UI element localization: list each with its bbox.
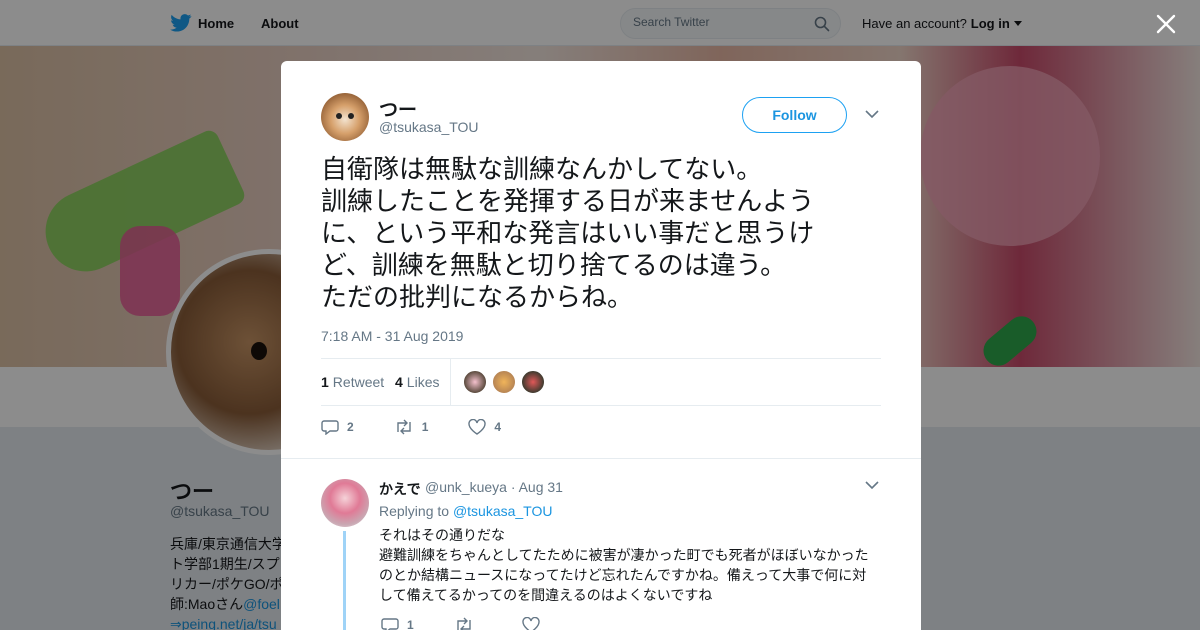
reply-author-handle[interactable]: @unk_kueya · Aug 31 [425,479,563,495]
divider [281,458,921,459]
replying-to-label: Replying to [379,503,450,519]
replying-to-mention[interactable]: @tsukasa_TOU [453,503,553,519]
retweet-count: 1 [421,420,429,434]
reply-reply-button[interactable]: 1 [381,617,414,630]
reply-icon [381,618,399,630]
author-avatar[interactable] [321,93,369,141]
tweet-stats: 1 Retweet 4 Likes [321,358,881,406]
liker-avatar[interactable] [521,370,545,394]
heart-icon [468,419,487,435]
liker-avatar[interactable] [492,370,516,394]
reply-icon [321,420,339,435]
thread-line [343,531,346,630]
reply-button[interactable]: 2 [321,419,354,435]
like-count: 4 [494,420,502,434]
likes-stat-label: Likes [406,374,440,390]
retweet-icon [396,419,411,435]
reply-reply-count: 1 [407,618,414,630]
retweet-icon [456,617,471,630]
follow-button[interactable]: Follow [742,97,847,133]
likes-stat-count: 4 [395,374,403,390]
retweet-stat[interactable]: 1 Retweet [321,374,384,390]
replying-to: Replying to @tsukasa_TOU [379,503,552,519]
tweet-modal: つー @tsukasa_TOU Follow 自衛隊は無駄な訓練なんかしてない。… [281,61,921,630]
reply-like-button[interactable] [521,617,548,630]
reply-text: それはその通りだな 避難訓練をちゃんとしてたために被害が凄かった町でも死者がほぼ… [379,527,869,603]
reply-retweet-button[interactable] [454,617,482,630]
author-name[interactable]: つー [379,95,417,122]
heart-icon [521,617,540,630]
close-icon[interactable] [1155,13,1177,35]
tweet-text: 自衛隊は無駄な訓練なんかしてない。 訓練したことを発揮する日が来ませんよう に、… [321,154,815,312]
tweet-timestamp[interactable]: 7:18 AM - 31 Aug 2019 [321,328,463,344]
retweet-stat-count: 1 [321,374,329,390]
reply-author-avatar[interactable] [321,479,369,527]
retweet-button[interactable]: 1 [394,419,429,435]
tweet-actions: 2 1 4 [321,417,541,437]
chevron-down-icon[interactable] [865,109,879,119]
like-button[interactable]: 4 [468,419,501,435]
retweet-stat-label: Retweet [332,374,385,390]
likers-avatars [463,370,545,394]
likes-stat[interactable]: 4 Likes [395,374,439,390]
reply-author-name[interactable]: かえで [379,479,421,499]
author-handle[interactable]: @tsukasa_TOU [379,119,479,135]
reply-actions: 1 [381,617,588,630]
chevron-down-icon[interactable] [865,480,879,490]
reply-count: 2 [347,420,354,434]
liker-avatar[interactable] [463,370,487,394]
